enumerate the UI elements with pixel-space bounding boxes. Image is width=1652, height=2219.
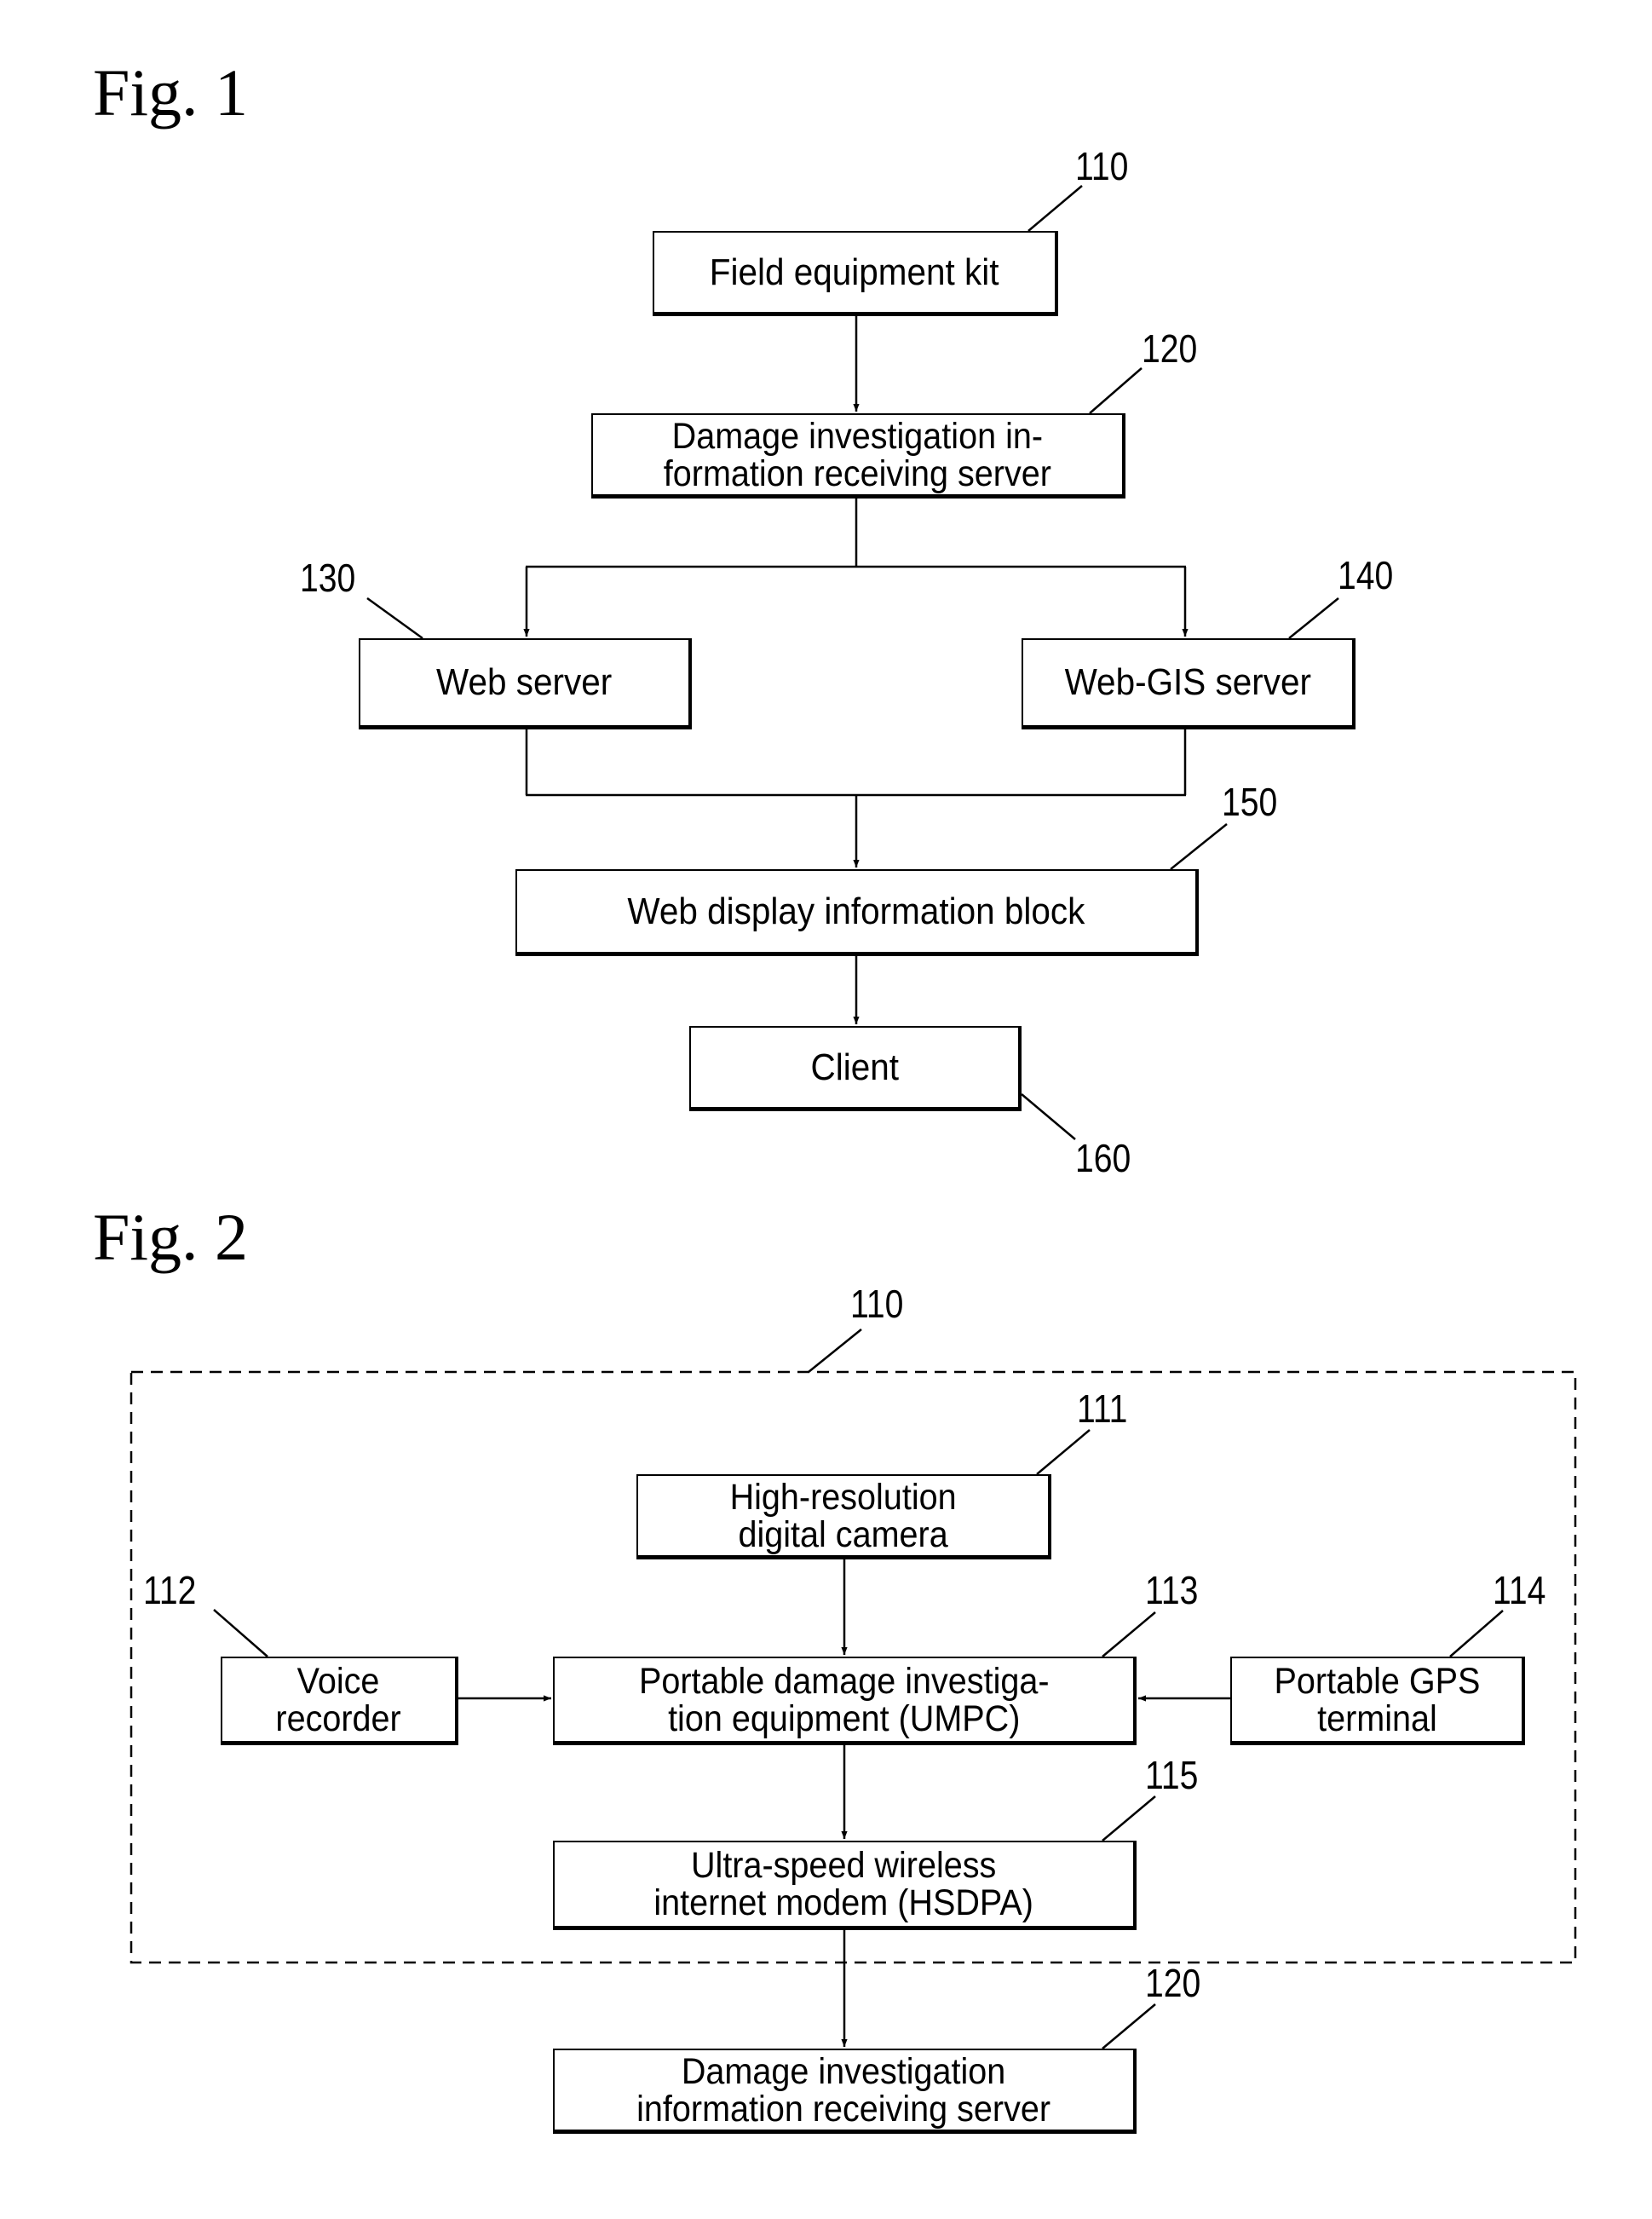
block-label: Damage investigation information receivi… [636, 2050, 1051, 2130]
block-label: Web server [436, 661, 613, 703]
block-web-gis-server: Web-GIS server [1022, 638, 1356, 729]
leader-160 [1021, 1093, 1076, 1140]
leader-130 [366, 597, 423, 640]
ref-114: 114 [1493, 1568, 1546, 1612]
figure-2-title: Fig. 2 [93, 1200, 249, 1274]
block-high-resolution-camera: High-resolution digital camera [636, 1474, 1051, 1559]
leader-114 [1449, 1610, 1504, 1657]
block-label: Damage investigation in- formation recei… [663, 415, 1052, 494]
ref-115: 115 [1145, 1753, 1199, 1797]
ref-160: 160 [1075, 1136, 1131, 1180]
block-label: Voice recorder [275, 1660, 402, 1739]
ref-110: 110 [1075, 144, 1129, 188]
leader-140 [1288, 597, 1339, 639]
leader-110 [1027, 185, 1083, 232]
ref-112: 112 [143, 1568, 197, 1612]
leader-115 [1102, 1795, 1156, 1841]
leader-group-110 [808, 1329, 862, 1373]
leader-150 [1170, 823, 1228, 870]
ref-111: 111 [1077, 1386, 1128, 1431]
ref-120b: 120 [1145, 1961, 1201, 2005]
block-label: Portable GPS terminal [1274, 1660, 1480, 1739]
ref-113: 113 [1145, 1568, 1199, 1612]
block-label: Web display information block [627, 890, 1085, 932]
leader-113 [1102, 1611, 1156, 1657]
block-label: Field equipment kit [710, 251, 999, 293]
block-label: Web-GIS server [1064, 661, 1311, 703]
block-web-display-information: Web display information block [515, 869, 1199, 956]
block-label: Client [810, 1046, 899, 1088]
ref-120: 120 [1142, 326, 1198, 371]
ref-group-110: 110 [850, 1282, 904, 1326]
ref-130: 130 [300, 556, 356, 600]
block-wireless-internet-modem: Ultra-speed wireless internet modem (HSD… [553, 1841, 1137, 1930]
ref-150: 150 [1222, 780, 1278, 824]
leader-120 [1089, 367, 1143, 414]
leader-120b [1102, 2003, 1156, 2049]
block-label: High-resolution digital camera [729, 1476, 957, 1555]
block-portable-damage-investigation-equipment: Portable damage investiga- tion equipmen… [553, 1657, 1137, 1745]
ref-140: 140 [1338, 553, 1394, 597]
block-field-equipment-kit: Field equipment kit [653, 231, 1058, 316]
block-damage-investigation-receiving-server-2: Damage investigation information receivi… [553, 2049, 1137, 2134]
block-web-server: Web server [359, 638, 692, 729]
leader-111 [1036, 1429, 1091, 1475]
block-voice-recorder: Voice recorder [221, 1657, 458, 1745]
block-label: Portable damage investiga- tion equipmen… [638, 1660, 1050, 1739]
figure-1-title: Fig. 1 [93, 55, 249, 130]
block-client: Client [689, 1026, 1022, 1111]
leader-112 [213, 1609, 268, 1657]
block-portable-gps-terminal: Portable GPS terminal [1230, 1657, 1525, 1745]
block-label: Ultra-speed wireless internet modem (HSD… [653, 1845, 1034, 1923]
block-damage-investigation-receiving-server: Damage investigation in- formation recei… [591, 413, 1125, 499]
